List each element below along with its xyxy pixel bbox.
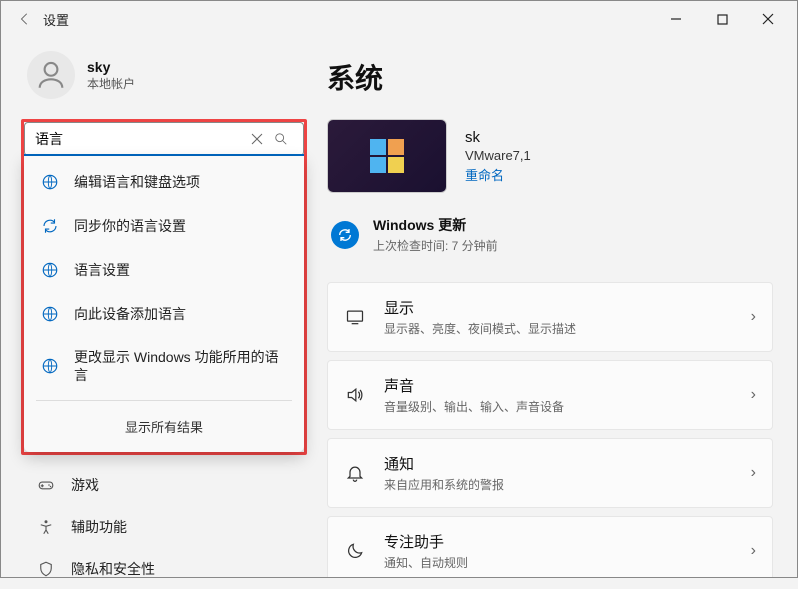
update-icon	[331, 221, 359, 249]
username: sky	[87, 59, 135, 75]
card-title: 声音	[384, 375, 733, 396]
nav-label: 辅助功能	[71, 517, 127, 537]
chevron-right-icon: ›	[751, 542, 756, 560]
maximize-icon	[717, 14, 728, 25]
x-icon	[251, 133, 263, 145]
page-title: 系统	[327, 57, 773, 97]
suggestion-label: 更改显示 Windows 功能所用的语言	[74, 348, 288, 384]
person-icon	[34, 58, 68, 92]
nav-label: 游戏	[71, 475, 99, 495]
chevron-right-icon: ›	[751, 308, 756, 326]
card-title: 专注助手	[384, 531, 733, 552]
moon-icon	[344, 540, 366, 562]
card-sub: 通知、自动规则	[384, 554, 733, 571]
display-icon	[344, 306, 366, 328]
close-icon	[762, 13, 774, 25]
maximize-button[interactable]	[699, 3, 745, 35]
pc-name: sk	[465, 129, 531, 146]
accessibility-icon	[37, 518, 55, 536]
nav-privacy[interactable]: 隐私和安全性	[25, 549, 303, 589]
main-content: 系统 sk VMware7,1 重命名 Windows 更新 上次检查时间: 7…	[311, 37, 797, 577]
search-input[interactable]	[35, 131, 245, 147]
rename-link[interactable]: 重命名	[465, 165, 531, 184]
suggestion-label: 编辑语言和键盘选项	[74, 173, 200, 191]
clear-button[interactable]	[245, 133, 269, 145]
sound-icon	[344, 384, 366, 406]
nav-gaming[interactable]: 游戏	[25, 465, 303, 505]
system-info: sk VMware7,1 重命名	[327, 119, 773, 193]
minimize-button[interactable]	[653, 3, 699, 35]
card-sub: 显示器、亮度、夜间模式、显示描述	[384, 320, 733, 337]
user-profile[interactable]: sky 本地帐户	[27, 51, 307, 99]
suggestion-item[interactable]: 同步你的语言设置	[24, 204, 304, 248]
arrow-left-icon	[18, 12, 32, 26]
suggestion-item[interactable]: 编辑语言和键盘选项	[24, 160, 304, 204]
titlebar: 设置	[1, 1, 797, 37]
card-sound[interactable]: 声音音量级别、输出、输入、声音设备 ›	[327, 360, 773, 430]
search-box[interactable]	[24, 122, 304, 156]
language-icon	[40, 356, 60, 376]
nav-accessibility[interactable]: 辅助功能	[25, 507, 303, 547]
show-all-results[interactable]: 显示所有结果	[24, 405, 304, 448]
account-type: 本地帐户	[87, 75, 135, 92]
card-sub: 音量级别、输出、输入、声音设备	[384, 398, 733, 415]
windows-logo-icon	[370, 139, 404, 173]
back-button[interactable]	[7, 1, 43, 37]
search-icon	[274, 132, 288, 146]
windows-update[interactable]: Windows 更新 上次检查时间: 7 分钟前	[331, 215, 773, 254]
minimize-icon	[670, 13, 682, 25]
suggestion-item[interactable]: 更改显示 Windows 功能所用的语言	[24, 336, 304, 396]
suggestion-label: 向此设备添加语言	[74, 305, 186, 323]
pc-model: VMware7,1	[465, 148, 531, 163]
card-focus-assist[interactable]: 专注助手通知、自动规则 ›	[327, 516, 773, 577]
sync-icon	[40, 216, 60, 236]
window-title: 设置	[43, 10, 69, 29]
card-notifications[interactable]: 通知来自应用和系统的警报 ›	[327, 438, 773, 508]
update-checked: 上次检查时间: 7 分钟前	[373, 237, 498, 254]
search-highlight: 编辑语言和键盘选项 同步你的语言设置 语言设置 向此设备添加语言 更改显示 Wi…	[21, 119, 307, 455]
shield-icon	[37, 560, 55, 578]
device-image	[327, 119, 447, 193]
language-icon	[40, 260, 60, 280]
gamepad-icon	[37, 476, 55, 494]
card-title: 显示	[384, 297, 733, 318]
update-title: Windows 更新	[373, 215, 498, 235]
suggestion-label: 同步你的语言设置	[74, 217, 186, 235]
search-button[interactable]	[269, 132, 293, 146]
close-button[interactable]	[745, 3, 791, 35]
suggestion-item[interactable]: 语言设置	[24, 248, 304, 292]
suggestion-item[interactable]: 向此设备添加语言	[24, 292, 304, 336]
suggestion-label: 语言设置	[74, 261, 130, 279]
bell-icon	[344, 462, 366, 484]
chevron-right-icon: ›	[751, 464, 756, 482]
card-title: 通知	[384, 453, 733, 474]
search-suggestions: 编辑语言和键盘选项 同步你的语言设置 语言设置 向此设备添加语言 更改显示 Wi…	[24, 156, 304, 452]
sidebar: sky 本地帐户 编辑语言和键盘选项 同步你的语言设置	[1, 37, 311, 577]
language-icon	[40, 172, 60, 192]
chevron-right-icon: ›	[751, 386, 756, 404]
card-display[interactable]: 显示显示器、亮度、夜间模式、显示描述 ›	[327, 282, 773, 352]
nav-label: 隐私和安全性	[71, 559, 155, 579]
language-icon	[40, 304, 60, 324]
avatar	[27, 51, 75, 99]
card-sub: 来自应用和系统的警报	[384, 476, 733, 493]
